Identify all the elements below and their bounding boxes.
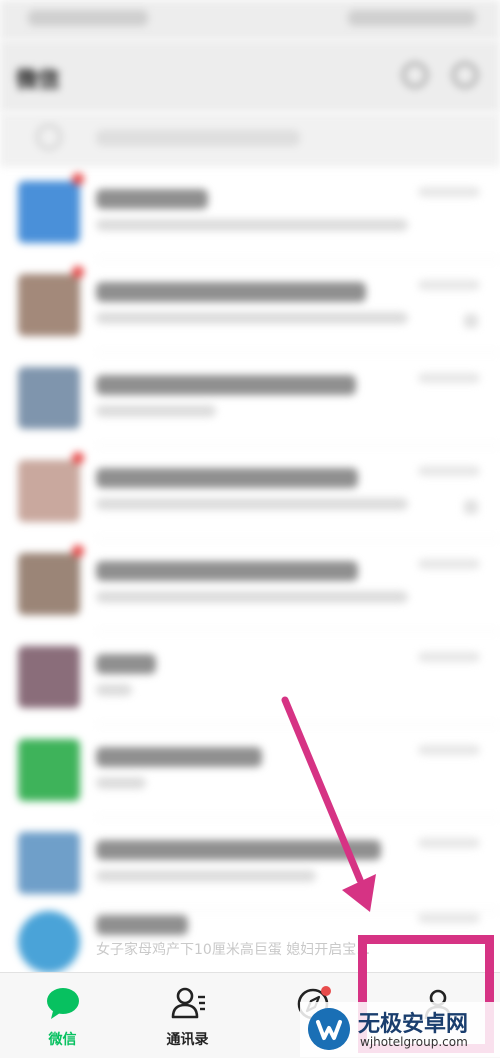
chat-preview xyxy=(96,870,316,882)
search-row[interactable] xyxy=(0,112,500,167)
mute-icon xyxy=(464,500,478,514)
tab-contacts[interactable]: 通讯录 xyxy=(125,973,250,1058)
chat-name xyxy=(96,189,208,209)
status-right xyxy=(348,10,476,26)
chat-bubble-icon xyxy=(47,988,79,1019)
list-item[interactable] xyxy=(0,260,500,353)
unread-badge xyxy=(72,173,84,185)
chat-time xyxy=(418,373,480,383)
watermark-url: wjhotelgroup.com xyxy=(360,1035,468,1049)
avatar xyxy=(18,553,80,615)
list-item[interactable] xyxy=(0,167,500,260)
app-header: 微信 xyxy=(0,40,500,112)
chat-time xyxy=(418,280,480,290)
chat-name xyxy=(96,375,356,395)
avatar xyxy=(18,911,80,973)
list-item[interactable] xyxy=(0,632,500,725)
tab-label: 通讯录 xyxy=(166,1032,209,1048)
chat-preview xyxy=(96,684,132,696)
tab-label: 微信 xyxy=(48,1032,77,1048)
chat-time xyxy=(418,913,480,923)
chat-preview xyxy=(96,777,146,789)
avatar xyxy=(18,739,80,801)
list-item[interactable] xyxy=(0,353,500,446)
chat-preview xyxy=(96,498,408,510)
list-item[interactable] xyxy=(0,539,500,632)
chat-preview xyxy=(96,312,408,324)
avatar xyxy=(18,274,80,336)
list-item[interactable] xyxy=(0,446,500,539)
contacts-icon xyxy=(171,987,205,1019)
unread-badge xyxy=(72,452,84,464)
chat-preview-text: 女子家母鸡产下10厘米高巨蛋 媳妇开启宝… xyxy=(96,942,371,958)
avatar xyxy=(18,646,80,708)
logo-icon xyxy=(308,1008,350,1050)
unread-badge xyxy=(72,266,84,278)
chat-time xyxy=(418,466,480,476)
search-icon[interactable] xyxy=(402,62,428,88)
chat-time xyxy=(418,745,480,755)
chat-preview xyxy=(96,405,216,417)
app-title: 微信 xyxy=(16,68,61,93)
avatar xyxy=(18,460,80,522)
chat-preview xyxy=(96,591,408,603)
tab-chats[interactable]: 微信 xyxy=(0,973,125,1058)
watermark: 无极安卓网 wjhotelgroup.com xyxy=(300,1002,500,1057)
chat-name xyxy=(96,840,381,860)
chat-time xyxy=(418,652,480,662)
chat-name xyxy=(96,747,262,767)
avatar xyxy=(18,181,80,243)
chat-time xyxy=(418,187,480,197)
chat-name xyxy=(96,561,358,581)
status-left xyxy=(28,10,148,26)
status-bar xyxy=(0,0,500,40)
chat-preview xyxy=(96,219,408,231)
avatar xyxy=(18,367,80,429)
chat-name xyxy=(96,468,358,488)
avatar xyxy=(18,832,80,894)
chat-name xyxy=(96,654,156,674)
chat-name xyxy=(96,282,366,302)
chat-name xyxy=(96,915,188,935)
search-row-placeholder xyxy=(96,130,300,146)
watermark-title: 无极安卓网 xyxy=(358,1012,469,1037)
mute-icon xyxy=(464,314,478,328)
list-item[interactable] xyxy=(0,725,500,818)
chat-time xyxy=(418,559,480,569)
search-row-icon xyxy=(36,124,62,150)
chat-time xyxy=(418,838,480,848)
add-icon[interactable] xyxy=(452,62,478,88)
unread-badge xyxy=(72,545,84,557)
